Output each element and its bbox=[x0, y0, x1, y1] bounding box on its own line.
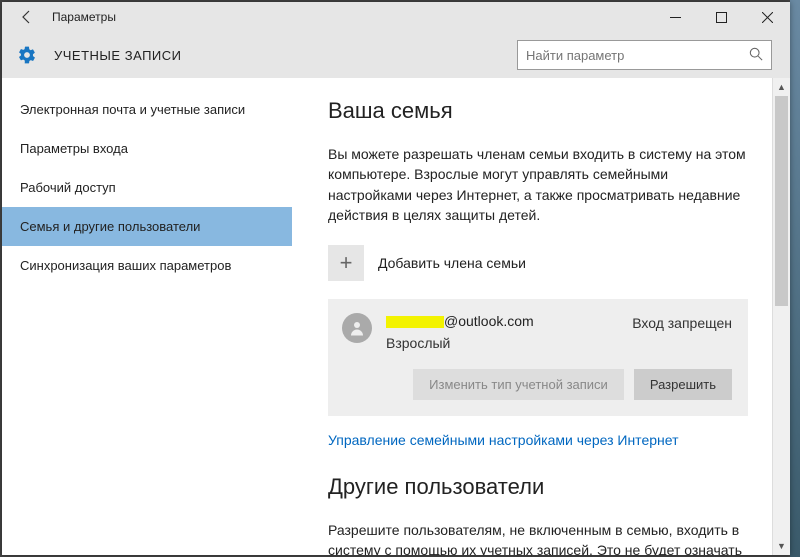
sidebar-item-email-accounts[interactable]: Электронная почта и учетные записи bbox=[2, 90, 292, 129]
manage-family-link[interactable]: Управление семейными настройками через И… bbox=[328, 432, 678, 448]
sidebar-item-work-access[interactable]: Рабочий доступ bbox=[2, 168, 292, 207]
member-role: Взрослый bbox=[386, 335, 624, 351]
desktop-background-edge bbox=[790, 0, 800, 557]
window-title: Параметры bbox=[52, 10, 116, 24]
sidebar-item-label: Синхронизация ваших параметров bbox=[20, 258, 231, 273]
sidebar-item-label: Семья и другие пользователи bbox=[20, 219, 200, 234]
sidebar-item-label: Параметры входа bbox=[20, 141, 128, 156]
minimize-button[interactable] bbox=[652, 2, 698, 32]
sidebar-item-family-users[interactable]: Семья и другие пользователи bbox=[2, 207, 292, 246]
allow-button[interactable]: Разрешить bbox=[634, 369, 732, 400]
back-button[interactable] bbox=[16, 6, 38, 28]
redacted-text bbox=[386, 316, 444, 328]
search-box[interactable] bbox=[517, 40, 772, 70]
family-member-card[interactable]: @outlook.com Взрослый Вход запрещен Изме… bbox=[328, 299, 748, 416]
maximize-button[interactable] bbox=[698, 2, 744, 32]
content-pane: Ваша семья Вы можете разрешать членам се… bbox=[292, 78, 790, 555]
scroll-thumb[interactable] bbox=[775, 96, 788, 306]
sidebar: Электронная почта и учетные записи Парам… bbox=[2, 78, 292, 555]
scroll-down-arrow-icon[interactable]: ▼ bbox=[773, 537, 790, 555]
sidebar-item-label: Электронная почта и учетные записи bbox=[20, 102, 245, 117]
settings-window: Параметры УЧЕТНЫЕ ЗАПИСИ Электронная поч… bbox=[2, 2, 790, 555]
change-account-type-button[interactable]: Изменить тип учетной записи bbox=[413, 369, 624, 400]
close-button[interactable] bbox=[744, 2, 790, 32]
header-row: УЧЕТНЫЕ ЗАПИСИ bbox=[2, 32, 790, 78]
gear-icon bbox=[16, 44, 38, 66]
section-other-users-title: Другие пользователи bbox=[328, 474, 766, 500]
sidebar-item-label: Рабочий доступ bbox=[20, 180, 116, 195]
section-family-desc: Вы можете разрешать членам семьи входить… bbox=[328, 144, 748, 225]
scroll-up-arrow-icon[interactable]: ▲ bbox=[773, 78, 790, 96]
page-heading: УЧЕТНЫЕ ЗАПИСИ bbox=[54, 48, 517, 63]
section-other-users-desc: Разрешите пользователям, не включенным в… bbox=[328, 520, 748, 555]
vertical-scrollbar[interactable]: ▲ ▼ bbox=[772, 78, 790, 555]
section-family-title: Ваша семья bbox=[328, 98, 766, 124]
sidebar-item-sync-settings[interactable]: Синхронизация ваших параметров bbox=[2, 246, 292, 285]
add-family-member-label: Добавить члена семьи bbox=[378, 255, 526, 271]
sidebar-item-signin-options[interactable]: Параметры входа bbox=[2, 129, 292, 168]
add-family-member-row[interactable]: + Добавить члена семьи bbox=[328, 245, 766, 281]
plus-icon: + bbox=[328, 245, 364, 281]
search-input[interactable] bbox=[526, 48, 749, 63]
member-email: @outlook.com bbox=[386, 313, 624, 329]
search-icon bbox=[749, 47, 763, 64]
avatar-icon bbox=[342, 313, 372, 343]
body: Электронная почта и учетные записи Парам… bbox=[2, 78, 790, 555]
titlebar: Параметры bbox=[2, 2, 790, 32]
member-status: Вход запрещен bbox=[624, 313, 732, 331]
